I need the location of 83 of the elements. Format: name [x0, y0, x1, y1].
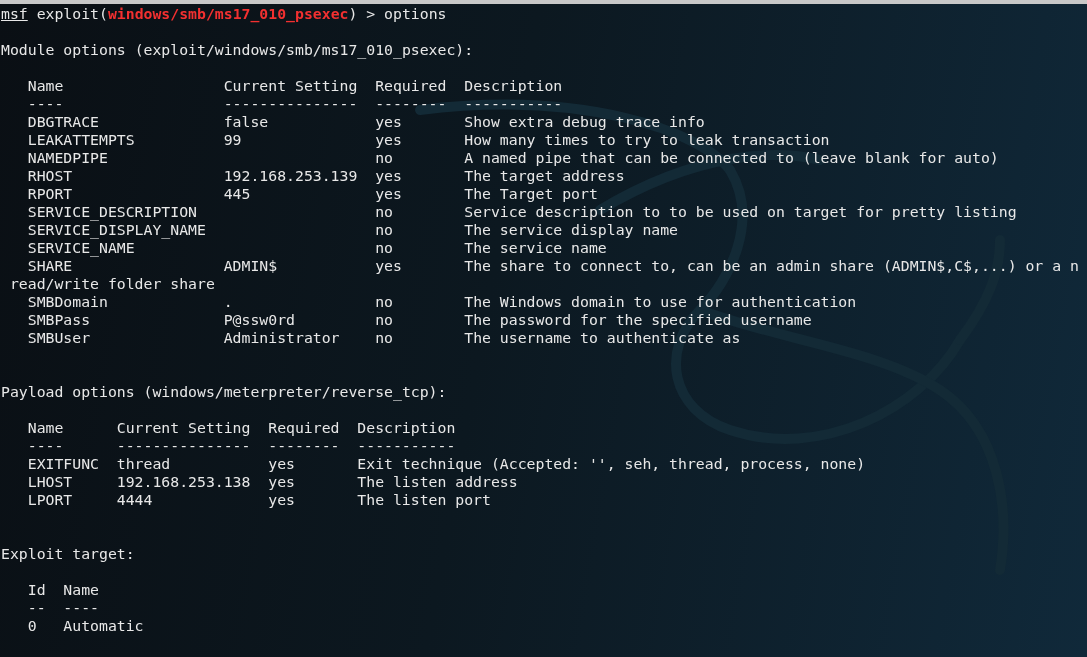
table-cell: RHOST	[27, 167, 73, 185]
column-header: Name	[27, 77, 64, 95]
table-cell: no	[375, 221, 393, 239]
table-cell: ADMIN$	[223, 257, 278, 275]
column-header: Name	[27, 419, 64, 437]
table-cell: DBGTRACE	[27, 113, 99, 131]
table-cell: false	[223, 113, 269, 131]
table-cell: The listen port	[357, 491, 491, 509]
table-cell: P@ssw0rd	[223, 311, 295, 329]
section-heading: Exploit target:	[1, 545, 135, 563]
table-cell: The service name	[464, 239, 607, 257]
column-header: Current Setting	[223, 77, 358, 95]
table-cell: SERVICE_NAME	[27, 239, 135, 257]
table-cell: SMBUser	[27, 329, 91, 347]
table-cell: yes	[375, 131, 402, 149]
table-cell: Automatic	[63, 617, 144, 635]
table-cell: 192.168.253.138	[116, 473, 251, 491]
table-cell: RPORT	[27, 185, 73, 203]
table-cell: The share to connect to, can be an admin share (ADMIN$,C$,...) or a n	[464, 257, 1079, 275]
column-header: Description	[357, 419, 456, 437]
table-cell: no	[375, 311, 393, 329]
table-cell: yes	[268, 473, 295, 491]
table-cell: yes	[268, 491, 295, 509]
table-cell: 192.168.253.139	[223, 167, 358, 185]
table-cell: 4444	[116, 491, 153, 509]
column-header: Required	[375, 77, 447, 95]
table-cell: The Target port	[464, 185, 598, 203]
table-cell: EXITFUNC	[27, 455, 99, 473]
table-cell: no	[375, 329, 393, 347]
table-cell: 99	[223, 131, 242, 149]
table-cell: NAMEDPIPE	[27, 149, 108, 167]
table-cell: SERVICE_DESCRIPTION	[27, 203, 197, 221]
header-underline: ----	[27, 437, 64, 455]
table-cell: yes	[375, 185, 402, 203]
table-cell: yes	[268, 455, 295, 473]
table-cell: The target address	[464, 167, 625, 185]
column-header: Required	[268, 419, 340, 437]
table-cell: SMBPass	[27, 311, 91, 329]
table-cell: SERVICE_DISPLAY_NAME	[27, 221, 206, 239]
column-header: Name	[63, 581, 99, 599]
header-underline: ----	[63, 599, 99, 617]
table-cell: The listen address	[357, 473, 518, 491]
table-cell: no	[375, 239, 393, 257]
header-underline: --------	[268, 437, 340, 455]
table-cell: no	[375, 203, 393, 221]
table-cell: yes	[375, 257, 402, 275]
table-cell: Service description to to be used on target for pretty listing	[464, 203, 1017, 221]
table-cell: .	[223, 293, 233, 311]
table-cell: yes	[375, 167, 402, 185]
column-header: Id	[27, 581, 46, 599]
table-cell: LPORT	[27, 491, 73, 509]
table-cell: How many times to try to leak transaction	[464, 131, 830, 149]
header-underline: --	[27, 599, 46, 617]
header-underline: --------	[375, 95, 447, 113]
table-cell: no	[375, 293, 393, 311]
table-cell: Administrator	[223, 329, 340, 347]
section-heading: Module options (exploit/windows/smb/ms17_010_psexec):	[1, 41, 474, 59]
table-cell: no	[375, 149, 393, 167]
column-header: Description	[464, 77, 563, 95]
column-header: Current Setting	[116, 419, 251, 437]
table-cell: yes	[375, 113, 402, 131]
table-cell: A named pipe that can be connected to (leave blank for auto)	[464, 149, 999, 167]
wrapped-text: read/write folder share	[9, 275, 215, 293]
table-cell: The Windows domain to use for authentication	[464, 293, 857, 311]
table-cell: LEAKATTEMPTS	[27, 131, 135, 149]
table-cell: SHARE	[27, 257, 73, 275]
header-underline: -----------	[464, 95, 563, 113]
header-underline: ---------------	[116, 437, 251, 455]
table-cell: SMBDomain	[27, 293, 108, 311]
header-underline: ----	[27, 95, 64, 113]
table-cell: The username to authenticate as	[464, 329, 741, 347]
table-cell: The service display name	[464, 221, 679, 239]
header-underline: ---------------	[223, 95, 358, 113]
section-heading: Payload options (windows/meterpreter/reverse_tcp):	[1, 383, 447, 401]
table-cell: 445	[223, 185, 251, 203]
table-cell: The password for the specified username	[464, 311, 812, 329]
table-cell: 0	[27, 617, 37, 635]
table-cell: thread	[116, 455, 171, 473]
command-prompt-line: msf exploit(windows/smb/ms17_010_psexec) > options	[1, 5, 447, 23]
table-cell: Exit technique (Accepted: '', seh, thread, process, none)	[357, 455, 866, 473]
table-cell: LHOST	[27, 473, 73, 491]
header-underline: -----------	[357, 437, 456, 455]
table-cell: Show extra debug trace info	[464, 113, 705, 131]
